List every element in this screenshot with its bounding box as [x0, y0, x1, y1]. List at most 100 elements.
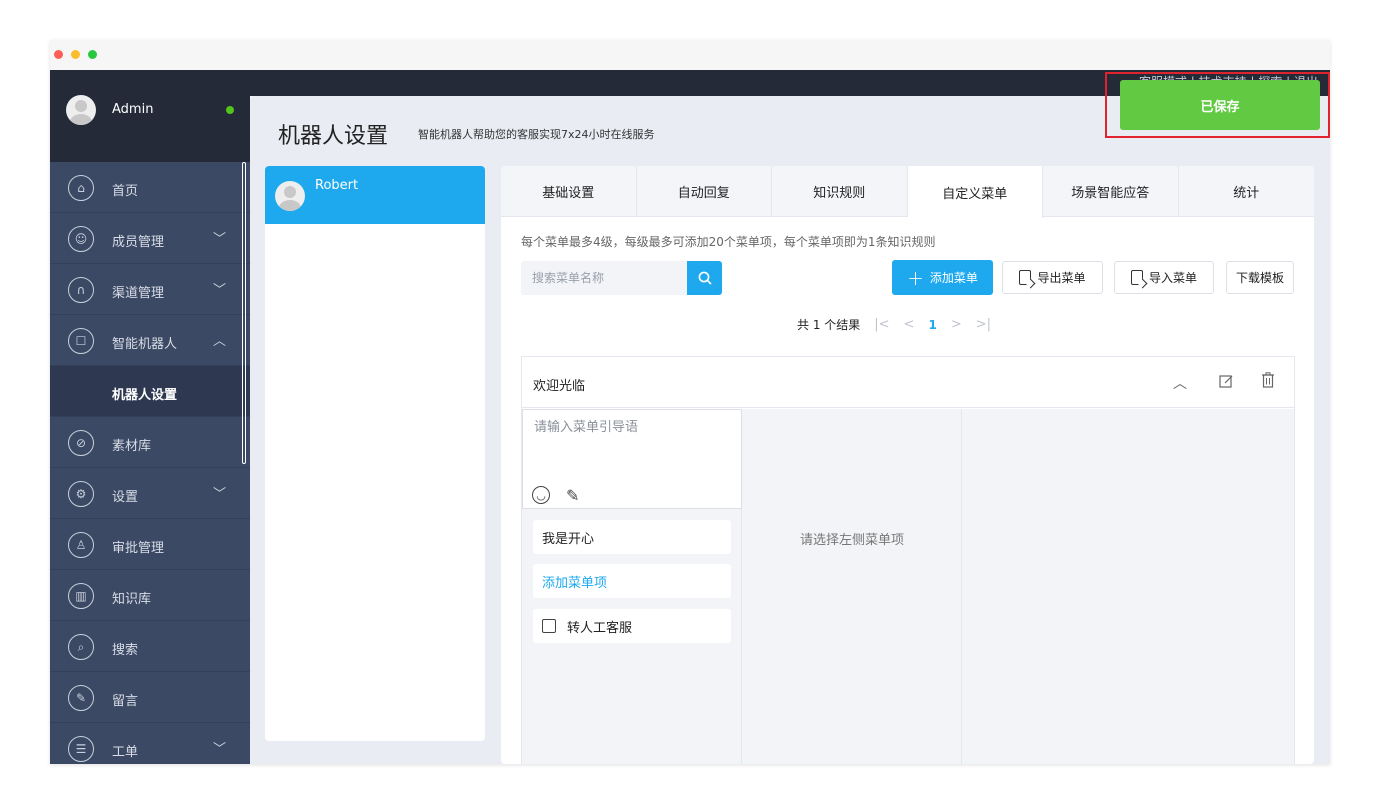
chevron-down-icon: ﹀	[213, 232, 227, 247]
sidebar-item-label: 成员管理	[112, 235, 165, 250]
close-window-dot[interactable]	[54, 50, 63, 59]
prev-page-button[interactable]: <	[904, 317, 915, 332]
tab-4[interactable]: 场景智能应答	[1043, 166, 1179, 217]
guide-textarea[interactable]	[523, 410, 741, 480]
app-window: Admin ⌂ 首页 ☺ 成员管理 ﹀ ∩ 渠道管理 ﹀ ☐ 智能机器人 ︿ 机器人设置 ⊘ 素材库 ⚙ 设置…	[50, 40, 1330, 764]
paperclip-icon: ⊘	[68, 430, 94, 456]
sidebar-item-8[interactable]: ▥ 知识库	[50, 570, 250, 621]
menu-level1-column: ◡ ✎ 我是开心 添加菜单项 转人工客服	[522, 409, 742, 764]
message-edit-icon: ✎	[68, 685, 94, 711]
saved-toast: 已保存	[1120, 80, 1320, 130]
download-template-label: 下载模板	[1235, 271, 1284, 285]
sidebar-menu: ⌂ 首页 ☺ 成员管理 ﹀ ∩ 渠道管理 ﹀ ☐ 智能机器人 ︿ 机器人设置 ⊘ 素材库 ⚙ 设置 ﹀ ♙ 审批管理…	[50, 162, 250, 764]
pager-summary: 共 1 个结果	[797, 318, 861, 332]
sidebar-item-2[interactable]: ∩ 渠道管理 ﹀	[50, 264, 250, 315]
sidebar-item-label: 渠道管理	[112, 286, 165, 301]
menu-card: 欢迎光临 ︿ ◡ ✎ 我是开心 添加菜单项 转人工客服	[521, 356, 1295, 764]
gear-icon: ⚙	[68, 481, 94, 507]
sidebar-scrollbar[interactable]	[242, 162, 246, 464]
tab-1[interactable]: 自动回复	[637, 166, 772, 217]
collapse-icon[interactable]: ︿	[1173, 373, 1187, 393]
sidebar: Admin ⌂ 首页 ☺ 成员管理 ﹀ ∩ 渠道管理 ﹀ ☐ 智能机器人 ︿ 机器人设置 ⊘ 素材库 ⚙ 设置…	[50, 70, 250, 764]
user-panel: Admin	[50, 70, 250, 162]
add-menu-item-link[interactable]: 添加菜单项	[533, 564, 731, 598]
sidebar-item-6[interactable]: ⚙ 设置 ﹀	[50, 468, 250, 519]
robot-icon: ☐	[68, 328, 94, 354]
sidebar-item-label: 智能机器人	[112, 337, 178, 352]
page-title: 机器人设置	[278, 124, 389, 149]
first-page-button[interactable]: |<	[874, 317, 889, 332]
tab-3[interactable]: 自定义菜单	[907, 166, 1043, 218]
plus-icon: +	[907, 265, 924, 290]
menu-level3-column	[962, 409, 1294, 764]
export-file-icon	[1019, 270, 1032, 285]
chevron-down-icon: ﹀	[213, 283, 227, 298]
export-menu-button[interactable]: 导出菜单	[1002, 261, 1103, 294]
ticket-icon: ☰	[68, 736, 94, 762]
sidebar-item-7[interactable]: ♙ 审批管理	[50, 519, 250, 570]
search-box	[521, 261, 687, 295]
list-item[interactable]: 我是开心	[533, 520, 731, 554]
sidebar-item-11[interactable]: ☰ 工单 ﹀	[50, 723, 250, 764]
trash-icon[interactable]	[1261, 372, 1275, 388]
transfer-checkbox[interactable]	[542, 619, 556, 633]
tab-bar: 基础设置 自动回复 知识规则 自定义菜单 场景智能应答 统计	[501, 166, 1315, 218]
sidebar-item-label: 机器人设置	[112, 388, 178, 403]
menu-hint: 每个菜单最多4级，每级最多可添加20个菜单项，每个菜单项即为1条知识规则	[521, 235, 936, 249]
select-left-hint: 请选择左侧菜单项	[799, 533, 904, 548]
avatar[interactable]	[66, 95, 96, 125]
title-bar	[50, 40, 1330, 70]
import-file-icon	[1130, 270, 1143, 285]
sidebar-item-0[interactable]: ⌂ 首页	[50, 162, 250, 213]
bot-name: Robert	[315, 178, 359, 193]
stamp-icon: ♙	[68, 532, 94, 558]
edit-icon[interactable]	[1219, 374, 1234, 389]
sidebar-item-5[interactable]: ⊘ 素材库	[50, 417, 250, 468]
edit-guide-icon[interactable]: ✎	[566, 486, 579, 505]
main-panel: 基础设置 自动回复 知识规则 自定义菜单 场景智能应答 统计 每个菜单最多4级，每级最多可…	[501, 166, 1314, 764]
book-icon: ▥	[68, 583, 94, 609]
import-menu-button[interactable]: 导入菜单	[1114, 261, 1214, 294]
sidebar-item-1[interactable]: ☺ 成员管理 ﹀	[50, 213, 250, 264]
home-icon: ⌂	[68, 175, 94, 201]
download-template-button[interactable]: 下载模板	[1226, 261, 1294, 294]
guide-box: ◡ ✎	[522, 409, 742, 509]
tab-5[interactable]: 统计	[1179, 166, 1315, 217]
content-area: 机器人设置 智能机器人帮助您的客服实现7x24小时在线服务 Robert 基础设…	[250, 96, 1330, 764]
transfer-label: 转人工客服	[567, 620, 633, 636]
page-number[interactable]: 1	[928, 318, 936, 332]
tab-2[interactable]: 知识规则	[772, 166, 908, 217]
transfer-agent-option[interactable]: 转人工客服	[533, 609, 731, 643]
sidebar-item-9[interactable]: ⌕ 搜索	[50, 621, 250, 672]
sidebar-item-4[interactable]: 机器人设置	[50, 366, 250, 417]
maximize-window-dot[interactable]	[88, 50, 97, 59]
menu-card-header: 欢迎光临 ︿	[522, 357, 1294, 408]
last-page-button[interactable]: >|	[976, 317, 991, 332]
menu-title: 欢迎光临	[533, 379, 586, 394]
sidebar-item-label: 设置	[112, 490, 139, 505]
emoji-icon[interactable]: ◡	[532, 486, 550, 504]
sidebar-item-label: 首页	[112, 184, 139, 199]
pagination: 共 1 个结果 |< < 1 > >|	[797, 316, 991, 333]
minimize-window-dot[interactable]	[71, 50, 80, 59]
tab-0[interactable]: 基础设置	[501, 166, 637, 217]
sidebar-item-10[interactable]: ✎ 留言	[50, 672, 250, 723]
channel-icon: ∩	[68, 277, 94, 303]
search-input[interactable]	[521, 261, 687, 295]
sidebar-item-label: 素材库	[112, 439, 152, 454]
next-page-button[interactable]: >	[951, 317, 962, 332]
search-icon	[698, 271, 712, 285]
add-menu-button[interactable]: + 添加菜单	[892, 260, 993, 295]
bot-item-robert[interactable]: Robert	[265, 166, 485, 224]
sidebar-item-label: 搜索	[112, 643, 139, 658]
add-menu-label: 添加菜单	[929, 271, 978, 285]
members-icon: ☺	[68, 226, 94, 252]
bot-avatar	[275, 181, 305, 211]
sidebar-item-3[interactable]: ☐ 智能机器人 ︿	[50, 315, 250, 366]
sidebar-item-label: 留言	[112, 694, 139, 709]
sidebar-item-label: 知识库	[112, 592, 152, 607]
import-menu-label: 导入菜单	[1148, 271, 1197, 285]
search-button[interactable]	[687, 261, 722, 295]
export-menu-label: 导出菜单	[1037, 271, 1086, 285]
search-icon: ⌕	[68, 634, 94, 660]
